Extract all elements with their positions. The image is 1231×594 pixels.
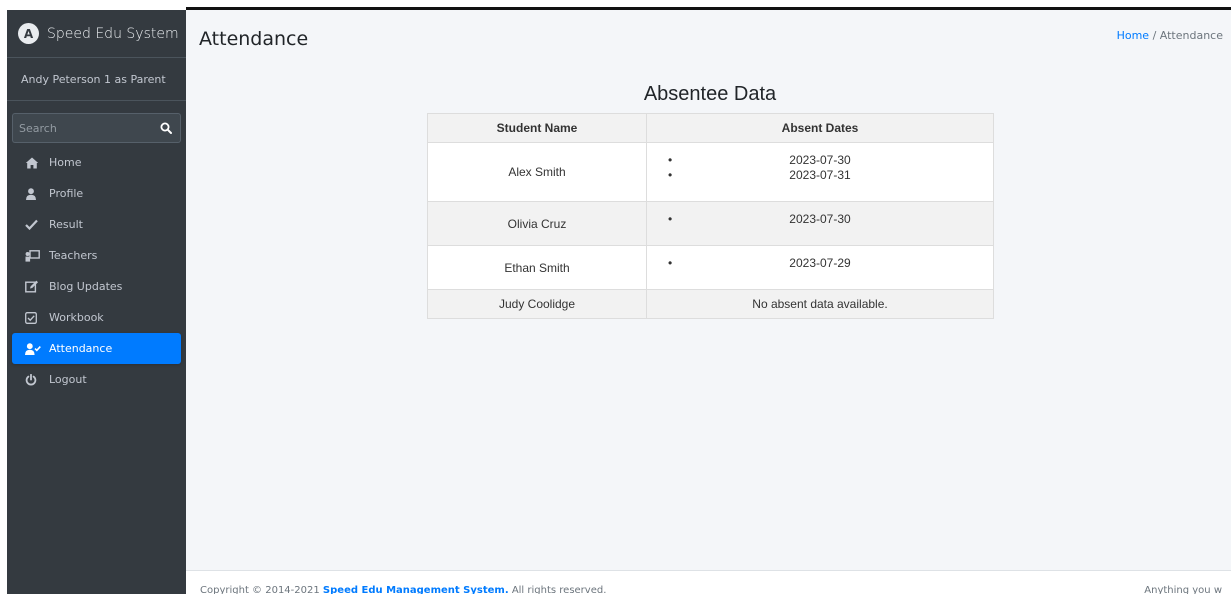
sidebar-item-attendance[interactable]: Attendance	[12, 333, 181, 364]
breadcrumb-current: Attendance	[1159, 29, 1223, 42]
absent-date-item: 2023-07-31	[647, 168, 993, 183]
sidebar-item-label: Attendance	[49, 342, 113, 355]
footer-copyright: Copyright © 2014-2021 Speed Edu Manageme…	[200, 585, 606, 594]
student-name-cell: Olivia Cruz	[427, 201, 647, 246]
absentee-table: Student Name Absent Dates Alex Smith 202…	[427, 113, 994, 319]
sidebar-item-profile[interactable]: Profile	[12, 178, 181, 209]
sidebar-item-label: Home	[49, 156, 82, 169]
sidebar-item-label: Workbook	[49, 311, 104, 324]
sidebar-item-teachers[interactable]: Teachers	[12, 240, 181, 271]
power-icon	[25, 373, 43, 386]
user-icon	[25, 187, 43, 200]
chalkboard-teacher-icon	[25, 249, 43, 262]
search-button[interactable]	[151, 113, 181, 143]
breadcrumb: Home / Attendance	[1117, 29, 1223, 42]
home-icon	[25, 157, 43, 169]
table-row: Ethan Smith 2023-07-29	[427, 245, 994, 290]
sidebar-item-label: Result	[49, 218, 83, 231]
column-header-student-name: Student Name	[427, 113, 647, 143]
table-row: Alex Smith 2023-07-30 2023-07-31	[427, 142, 994, 202]
check-square-icon	[25, 311, 43, 324]
sidebar-item-workbook[interactable]: Workbook	[12, 302, 181, 333]
absentee-title: Absentee Data	[643, 83, 777, 105]
footer-right-text: Anything you w	[1144, 585, 1222, 594]
student-name-cell: Judy Coolidge	[427, 289, 647, 319]
brand-logo-icon: A	[18, 23, 39, 44]
main-content: Attendance Home / Attendance Absentee Da…	[186, 10, 1231, 570]
breadcrumb-home-link[interactable]: Home	[1117, 29, 1149, 42]
sidebar-search	[12, 113, 181, 143]
column-header-absent-dates: Absent Dates	[646, 113, 994, 143]
user-check-icon	[25, 342, 43, 355]
absent-date-item: 2023-07-30	[647, 212, 993, 227]
sidebar-item-logout[interactable]: Logout	[12, 364, 181, 395]
table-row: Judy Coolidge No absent data available.	[427, 289, 994, 319]
company-link[interactable]: Speed Edu Management System.	[323, 585, 509, 594]
no-absent-data-cell: No absent data available.	[646, 289, 994, 319]
student-name-cell: Ethan Smith	[427, 245, 647, 290]
table-header-row: Student Name Absent Dates	[427, 113, 994, 143]
absent-dates-list: 2023-07-30	[647, 202, 993, 245]
absent-dates-list: 2023-07-30 2023-07-31	[647, 143, 993, 201]
brand-name: Speed Edu System	[47, 25, 179, 42]
brand-link[interactable]: A Speed Edu System	[7, 10, 186, 58]
footer: Copyright © 2014-2021 Speed Edu Manageme…	[186, 570, 1231, 594]
sidebar-item-label: Blog Updates	[49, 280, 123, 293]
table-row: Olivia Cruz 2023-07-30	[427, 201, 994, 246]
absent-dates-list: 2023-07-29	[647, 246, 993, 289]
sidebar-nav: Home Profile Result Teachers Blog Update…	[7, 147, 186, 395]
search-input[interactable]	[12, 113, 151, 143]
absent-date-item: 2023-07-30	[647, 153, 993, 168]
sidebar-item-result[interactable]: Result	[12, 209, 181, 240]
page-title: Attendance	[199, 28, 309, 50]
student-name-cell: Alex Smith	[427, 142, 647, 202]
absent-dates-cell: 2023-07-29	[646, 245, 994, 290]
absent-dates-cell: 2023-07-30	[646, 201, 994, 246]
absent-dates-cell: 2023-07-30 2023-07-31	[646, 142, 994, 202]
sidebar-item-label: Teachers	[49, 249, 98, 262]
breadcrumb-separator: /	[1152, 29, 1157, 42]
edit-icon	[25, 280, 43, 293]
sidebar-item-label: Logout	[49, 373, 87, 386]
copyright-prefix: Copyright © 2014-2021	[200, 585, 320, 594]
sidebar-item-home[interactable]: Home	[12, 147, 181, 178]
top-edge	[0, 0, 1231, 10]
user-name: Andy Peterson 1 as Parent	[21, 72, 166, 86]
rights-text: All rights reserved.	[511, 585, 607, 594]
sidebar-item-blog-updates[interactable]: Blog Updates	[12, 271, 181, 302]
sidebar-item-label: Profile	[49, 187, 84, 200]
user-panel[interactable]: Andy Peterson 1 as Parent	[7, 58, 186, 101]
sidebar: A Speed Edu System Andy Peterson 1 as Pa…	[7, 10, 186, 594]
check-icon	[25, 219, 43, 230]
search-icon	[160, 122, 172, 134]
absent-date-item: 2023-07-29	[647, 256, 993, 271]
